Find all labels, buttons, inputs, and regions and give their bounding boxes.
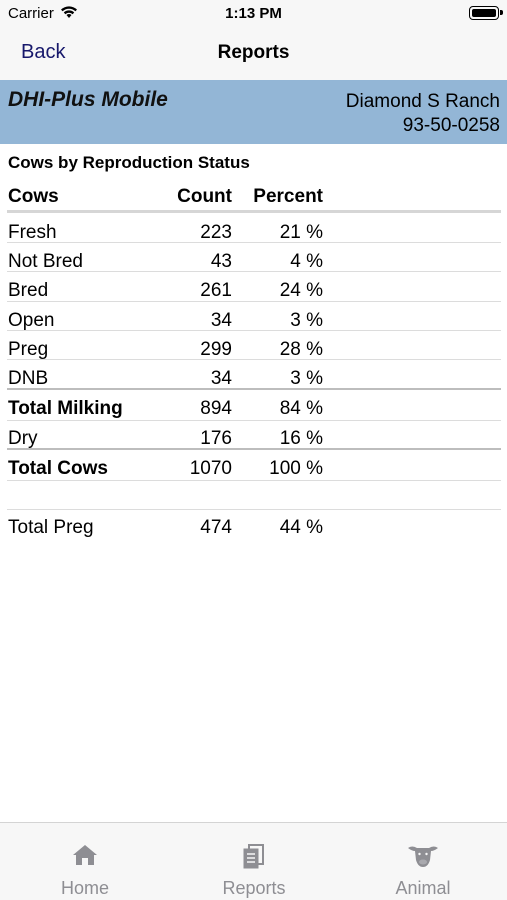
row-percent: 3 % [290,310,323,331]
back-button[interactable]: Back [21,41,65,64]
status-bar: Carrier 1:13 PM [0,0,507,26]
row-count: 894 [200,398,232,419]
tab-reports[interactable]: Reports [169,823,339,900]
row-percent: 84 % [279,398,323,419]
herd-id: 93-50-0258 [402,115,500,136]
row-count: 176 [200,428,232,449]
row-percent: 44 % [279,517,323,538]
total-row: Total Cows 1070 100 % [0,452,507,482]
column-header-count: Count [177,186,232,207]
row-divider [7,480,501,481]
row-divider [7,242,501,243]
tab-label: Animal [395,878,451,898]
page-title: Reports [217,42,290,63]
reports-icon [243,844,264,869]
row-percent: 100 % [269,458,323,479]
row-divider [7,330,501,331]
row-divider [7,420,501,421]
row-percent: 16 % [279,428,323,449]
status-time: 1:13 PM [225,5,282,22]
navigation-bar: Reports Back [0,26,507,80]
tab-animal[interactable]: Animal [338,823,507,900]
row-divider [7,448,501,450]
herd-banner: DHI-Plus Mobile Diamond S Ranch 93-50-02… [0,80,507,144]
row-count: 299 [200,339,232,360]
row-percent: 28 % [279,339,323,360]
ranch-name: Diamond S Ranch [345,91,500,112]
row-count: 34 [210,368,232,389]
tab-bar: Home Reports Animal [0,822,507,900]
row-count: 474 [200,517,232,538]
row-divider [7,301,501,302]
battery-icon [469,6,503,20]
home-icon [73,845,97,865]
row-percent: 3 % [290,368,323,389]
row-divider [7,359,501,360]
column-header-percent: Percent [253,186,323,207]
row-count: 43 [210,251,232,272]
table-row: Total Preg 474 44 % [0,511,507,541]
row-percent: 21 % [279,222,323,243]
tab-label: Home [60,878,109,898]
row-divider [7,388,501,390]
row-percent: 4 % [290,251,323,272]
row-divider [7,271,501,272]
row-percent: 24 % [279,280,323,301]
table-row: Bred 261 24 % [0,274,507,304]
row-count: 261 [200,280,232,301]
tab-label: Reports [222,878,286,898]
row-count: 34 [210,310,232,331]
tab-home[interactable]: Home [0,823,170,900]
row-count: 223 [200,222,232,243]
report-title: Cows by Reproduction Status [8,153,250,172]
row-divider [7,509,501,510]
cow-icon [408,846,438,867]
total-row: Total Milking 894 84 % [0,392,507,422]
header-divider [7,210,501,213]
app-name: DHI-Plus Mobile [8,88,168,111]
row-count: 1070 [189,458,232,479]
